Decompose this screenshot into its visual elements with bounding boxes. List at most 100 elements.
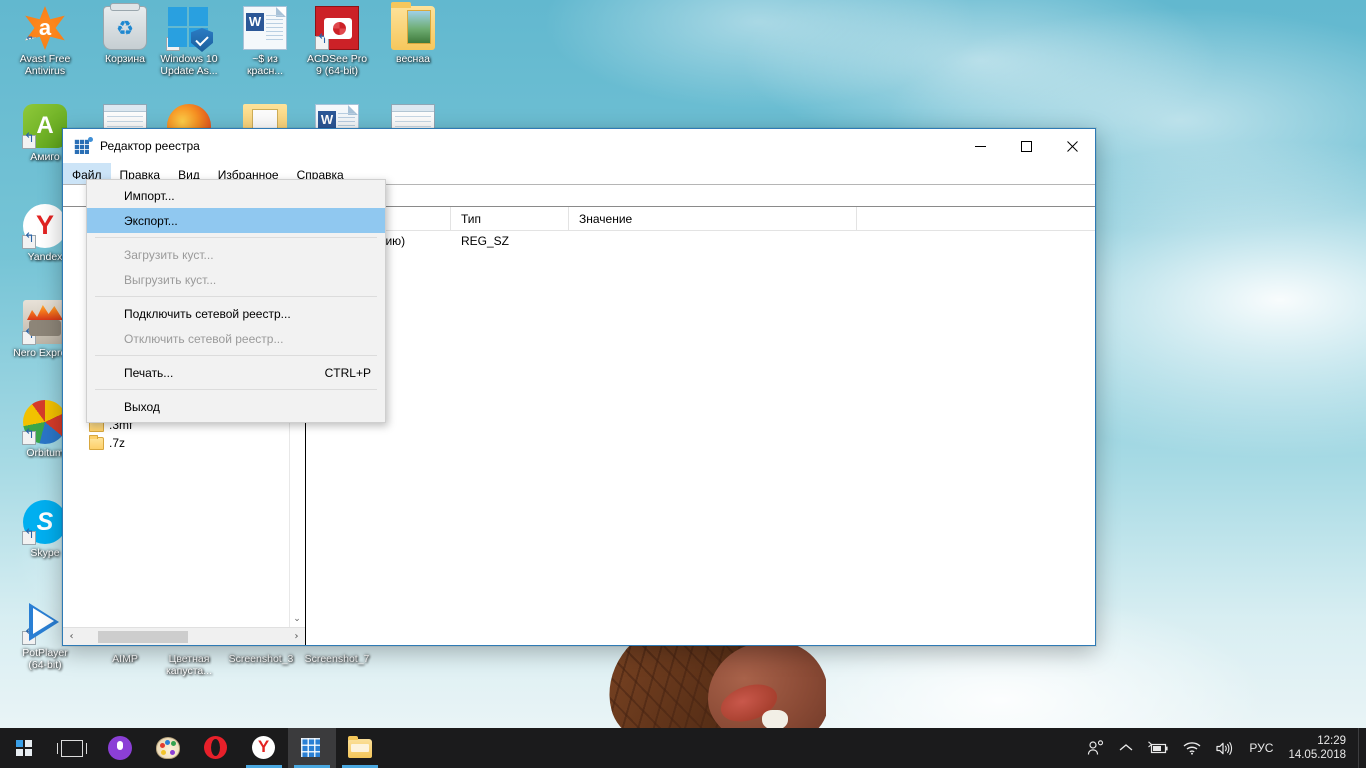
- taskbar-button-yandex-browser[interactable]: [240, 728, 288, 768]
- show-desktop-button[interactable]: [1358, 728, 1366, 768]
- clock-time: 12:29: [1317, 735, 1346, 747]
- registry-value-list-pane[interactable]: Имя Тип Значение (По умолчанию)REG_SZ: [306, 207, 1095, 645]
- desktop-icon-label: ~$ из: [252, 53, 278, 65]
- potplayer-icon: [22, 600, 67, 645]
- folder-icon: [391, 2, 435, 50]
- maximize-icon: [1020, 140, 1032, 152]
- desktop-icon-label: Screenshot_7: [304, 653, 370, 665]
- desktop-icon[interactable]: W ~$ из красн...: [226, 6, 304, 77]
- shortcut-arrow-icon: [22, 431, 36, 445]
- taskbar-button-registry-editor[interactable]: [288, 728, 336, 768]
- minimize-button[interactable]: [957, 129, 1003, 163]
- word-document-icon: W: [243, 6, 287, 50]
- desktop-icon-label: красн...: [246, 65, 284, 77]
- desktop-icon-label: Цветная: [168, 653, 210, 665]
- taskbar-button-paint[interactable]: [144, 728, 192, 768]
- tree-node[interactable]: .7z: [63, 434, 305, 452]
- battery-icon[interactable]: [1140, 728, 1176, 768]
- desktop-icon[interactable]: a Avast FreeAntivirus: [6, 6, 84, 77]
- desktop-icon[interactable]: веснаа: [374, 2, 452, 65]
- desktop-icon[interactable]: Цветная капуста...: [150, 653, 228, 677]
- taskbar-button-cortana[interactable]: [96, 728, 144, 768]
- wifi-icon[interactable]: [1176, 728, 1208, 768]
- taskbar-button-task-view[interactable]: [48, 728, 96, 768]
- tree-hscroll-thumb[interactable]: [98, 631, 188, 643]
- taskbar-buttons[interactable]: [48, 728, 384, 768]
- column-header-type[interactable]: Тип: [451, 207, 569, 231]
- file-dropdown-menu[interactable]: Импорт... Экспорт... Загрузить куст... Выгр…: [86, 179, 386, 423]
- nero-express-icon: [22, 300, 67, 345]
- yandex-browser-icon: Y: [22, 204, 67, 249]
- file-menu-item-7[interactable]: Выход: [87, 394, 385, 419]
- file-menu-item-4[interactable]: Подключить сетевой реестр...: [87, 301, 385, 326]
- desktop-icon-label: Antivirus: [24, 65, 66, 77]
- folder-icon: [89, 434, 104, 450]
- volume-icon[interactable]: [1208, 728, 1240, 768]
- registry-editor-icon: [74, 137, 93, 155]
- file-menu-item-3: Выгрузить куст...: [87, 267, 385, 292]
- system-tray[interactable]: РУС 12:29 14.05.2018: [1080, 728, 1366, 768]
- desktop-icon-label: ACDSee Pro: [306, 53, 368, 65]
- menu-item-label: Экспорт...: [124, 213, 178, 228]
- column-header-filler: [857, 207, 1095, 231]
- window-controls[interactable]: [957, 129, 1095, 163]
- close-icon: [1066, 140, 1078, 152]
- tree-scroll-right-arrow[interactable]: ›: [288, 628, 305, 645]
- clock[interactable]: 12:29 14.05.2018: [1282, 728, 1358, 768]
- skype-icon: S: [22, 500, 67, 545]
- menu-separator: [95, 296, 377, 297]
- taskbar-button-file-explorer[interactable]: [336, 728, 384, 768]
- minimize-icon: [974, 145, 986, 147]
- show-hidden-icons-chevron[interactable]: [1112, 728, 1140, 768]
- people-icon[interactable]: [1080, 728, 1112, 768]
- desktop-icon[interactable]: Screenshot_7: [298, 653, 376, 665]
- tree-horizontal-scrollbar[interactable]: ‹ ›: [63, 627, 305, 645]
- value-list-rows[interactable]: (По умолчанию)REG_SZ: [306, 231, 1095, 251]
- value-list-row[interactable]: (По умолчанию)REG_SZ: [306, 231, 1095, 251]
- menu-item-shortcut: CTRL+P: [324, 365, 371, 380]
- acdsee-icon: [315, 6, 359, 50]
- desktop-icon[interactable]: Screenshot_3: [222, 653, 300, 665]
- file-menu-item-6[interactable]: Печать... CTRL+P: [87, 360, 385, 385]
- column-header-value[interactable]: Значение: [569, 207, 857, 231]
- menu-item-label: Загрузить куст...: [124, 247, 214, 262]
- tree-scroll-down-arrow[interactable]: ⌄: [289, 610, 305, 627]
- file-menu-item-5: Отключить сетевой реестр...: [87, 326, 385, 351]
- task-view-icon: [57, 736, 87, 760]
- window-title: Редактор реестра: [100, 139, 200, 153]
- menu-separator: [95, 237, 377, 238]
- avast-icon: a: [25, 6, 65, 50]
- taskbar-button-opera[interactable]: [192, 728, 240, 768]
- desktop-icon-label: PotPlayer: [22, 647, 68, 659]
- windows-update-icon: [166, 6, 213, 52]
- close-button[interactable]: [1049, 129, 1095, 163]
- start-button[interactable]: [0, 728, 48, 768]
- menu-separator: [95, 355, 377, 356]
- desktop-icon[interactable]: Windows 10Update As...: [150, 6, 228, 77]
- tree-scroll-left-arrow[interactable]: ‹: [63, 628, 80, 645]
- desktop-icon[interactable]: ACDSee Pro9 (64-bit): [298, 6, 376, 77]
- opera-icon: [204, 736, 228, 760]
- file-menu-item-2: Загрузить куст...: [87, 242, 385, 267]
- value-list-header[interactable]: Имя Тип Значение: [306, 207, 1095, 231]
- desktop-icon-label: (64-bit): [28, 659, 62, 671]
- desktop-icon-label: веснаа: [395, 53, 431, 65]
- shortcut-arrow-icon: [22, 531, 36, 545]
- windows-logo-icon: [15, 739, 33, 757]
- yandex-browser-icon: [252, 735, 276, 760]
- shortcut-arrow-icon: [22, 235, 36, 249]
- window-titlebar[interactable]: Редактор реестра: [63, 129, 1095, 163]
- maximize-button[interactable]: [1003, 129, 1049, 163]
- clock-date: 14.05.2018: [1288, 749, 1346, 761]
- language-indicator[interactable]: РУС: [1240, 728, 1282, 768]
- recycle-bin-icon: ♻: [103, 3, 147, 50]
- tooth-shape: [762, 710, 788, 728]
- taskbar[interactable]: РУС 12:29 14.05.2018: [0, 728, 1366, 768]
- menu-item-label: Отключить сетевой реестр...: [124, 331, 284, 346]
- desktop-icon-label: Screenshot_3: [228, 653, 294, 665]
- registry-editor-icon: [300, 736, 324, 760]
- file-menu-item-1[interactable]: Экспорт...: [87, 208, 385, 233]
- file-menu-item-0[interactable]: Импорт...: [87, 183, 385, 208]
- orbitum-browser-icon: [22, 400, 67, 445]
- menu-item-label: Импорт...: [124, 188, 175, 203]
